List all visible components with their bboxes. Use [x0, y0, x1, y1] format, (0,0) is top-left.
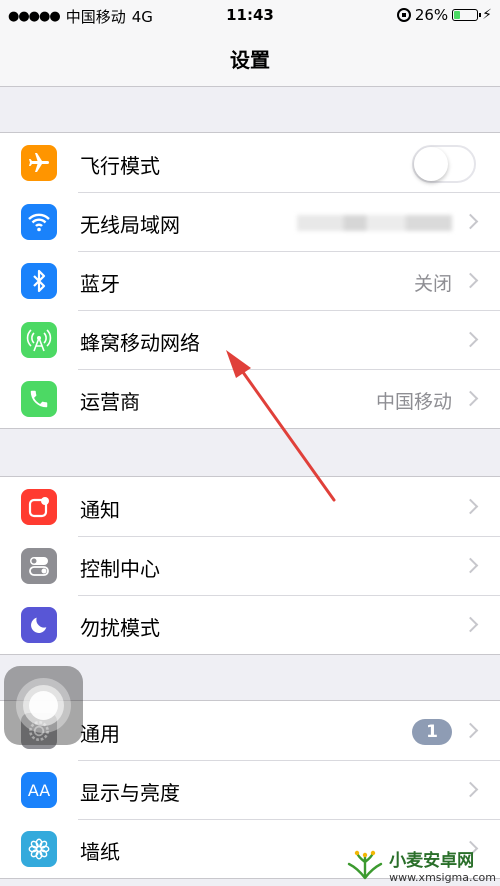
watermark: 小麦安卓网 www.xmsigma.com — [345, 846, 496, 884]
wifi-network-name-redacted — [297, 215, 452, 231]
wifi-icon — [21, 204, 57, 240]
bluetooth-status-value: 关闭 — [413, 273, 452, 295]
airplane-mode-toggle[interactable] — [412, 145, 476, 183]
row-airplane-mode: 飞行模式 — [0, 133, 500, 192]
chevron-right-icon — [462, 498, 479, 515]
carrier-value: 中国移动 — [375, 391, 452, 413]
chevron-right-icon — [462, 390, 479, 407]
row-wifi[interactable]: 无线局域网 — [0, 192, 500, 251]
watermark-logo-icon — [347, 850, 383, 880]
settings-group-alerts: 通知 控制中心 勿扰模式 — [0, 476, 500, 655]
row-label: 勿扰模式 — [80, 616, 160, 640]
assistive-ring-inner — [29, 691, 58, 720]
watermark-url: www.xmsigma.com — [389, 871, 496, 884]
navigation-bar: 设置 — [0, 32, 500, 87]
row-notifications[interactable]: 通知 — [0, 477, 500, 536]
battery-icon — [452, 9, 482, 21]
control-center-icon — [21, 548, 57, 584]
chevron-right-icon — [462, 781, 479, 798]
chevron-right-icon — [462, 272, 479, 289]
row-display-brightness[interactable]: AA 显示与亮度 — [0, 760, 500, 819]
row-bluetooth[interactable]: 蓝牙 关闭 — [0, 251, 500, 310]
charging-bolt-icon: ⚡ — [482, 7, 492, 23]
watermark-text: 小麦安卓网 www.xmsigma.com — [389, 846, 496, 884]
row-label: 无线局域网 — [80, 213, 180, 237]
row-label: 通知 — [80, 498, 120, 522]
status-right: 26% ⚡ — [396, 6, 492, 24]
chevron-right-icon — [462, 213, 479, 230]
row-label: 飞行模式 — [80, 154, 160, 178]
text-size-icon: AA — [21, 772, 57, 808]
flower-icon — [21, 831, 57, 867]
battery-fill — [454, 11, 460, 19]
phone-icon — [21, 381, 57, 417]
chevron-right-icon — [462, 722, 479, 739]
row-label: 墙纸 — [80, 840, 120, 864]
battery-percent: 26% — [414, 6, 449, 24]
moon-icon — [21, 607, 57, 643]
row-label: 蜂窝移动网络 — [80, 331, 200, 355]
row-cellular[interactable]: 蜂窝移动网络 — [0, 310, 500, 369]
chevron-right-icon — [462, 616, 479, 633]
notifications-icon — [21, 489, 57, 525]
watermark-name: 小麦安卓网 — [389, 851, 475, 871]
row-do-not-disturb[interactable]: 勿扰模式 — [0, 595, 500, 654]
rotation-lock-icon — [396, 8, 411, 22]
row-label: 控制中心 — [80, 557, 160, 581]
chevron-right-icon — [462, 557, 479, 574]
row-label: 运营商 — [80, 390, 140, 414]
toggle-knob — [414, 147, 448, 181]
bluetooth-icon — [21, 263, 57, 299]
airplane-icon — [21, 145, 57, 181]
settings-group-connectivity: 飞行模式 无线局域网 蓝牙 关闭 蜂窝移动网络 运营商 中国移动 — [0, 132, 500, 429]
page-title: 设置 — [230, 48, 270, 72]
row-control-center[interactable]: 控制中心 — [0, 536, 500, 595]
row-label: 显示与亮度 — [80, 781, 180, 805]
status-bar: ●●●●● 中国移动 4G 11:43 26% ⚡ — [0, 0, 500, 32]
chevron-right-icon — [462, 331, 479, 348]
row-carrier[interactable]: 运营商 中国移动 — [0, 369, 500, 428]
row-label: 蓝牙 — [80, 272, 120, 296]
assistive-touch-button[interactable] — [4, 666, 83, 745]
cellular-antenna-icon — [21, 322, 57, 358]
row-label: 通用 — [80, 722, 120, 746]
update-count-badge: 1 — [412, 719, 452, 745]
